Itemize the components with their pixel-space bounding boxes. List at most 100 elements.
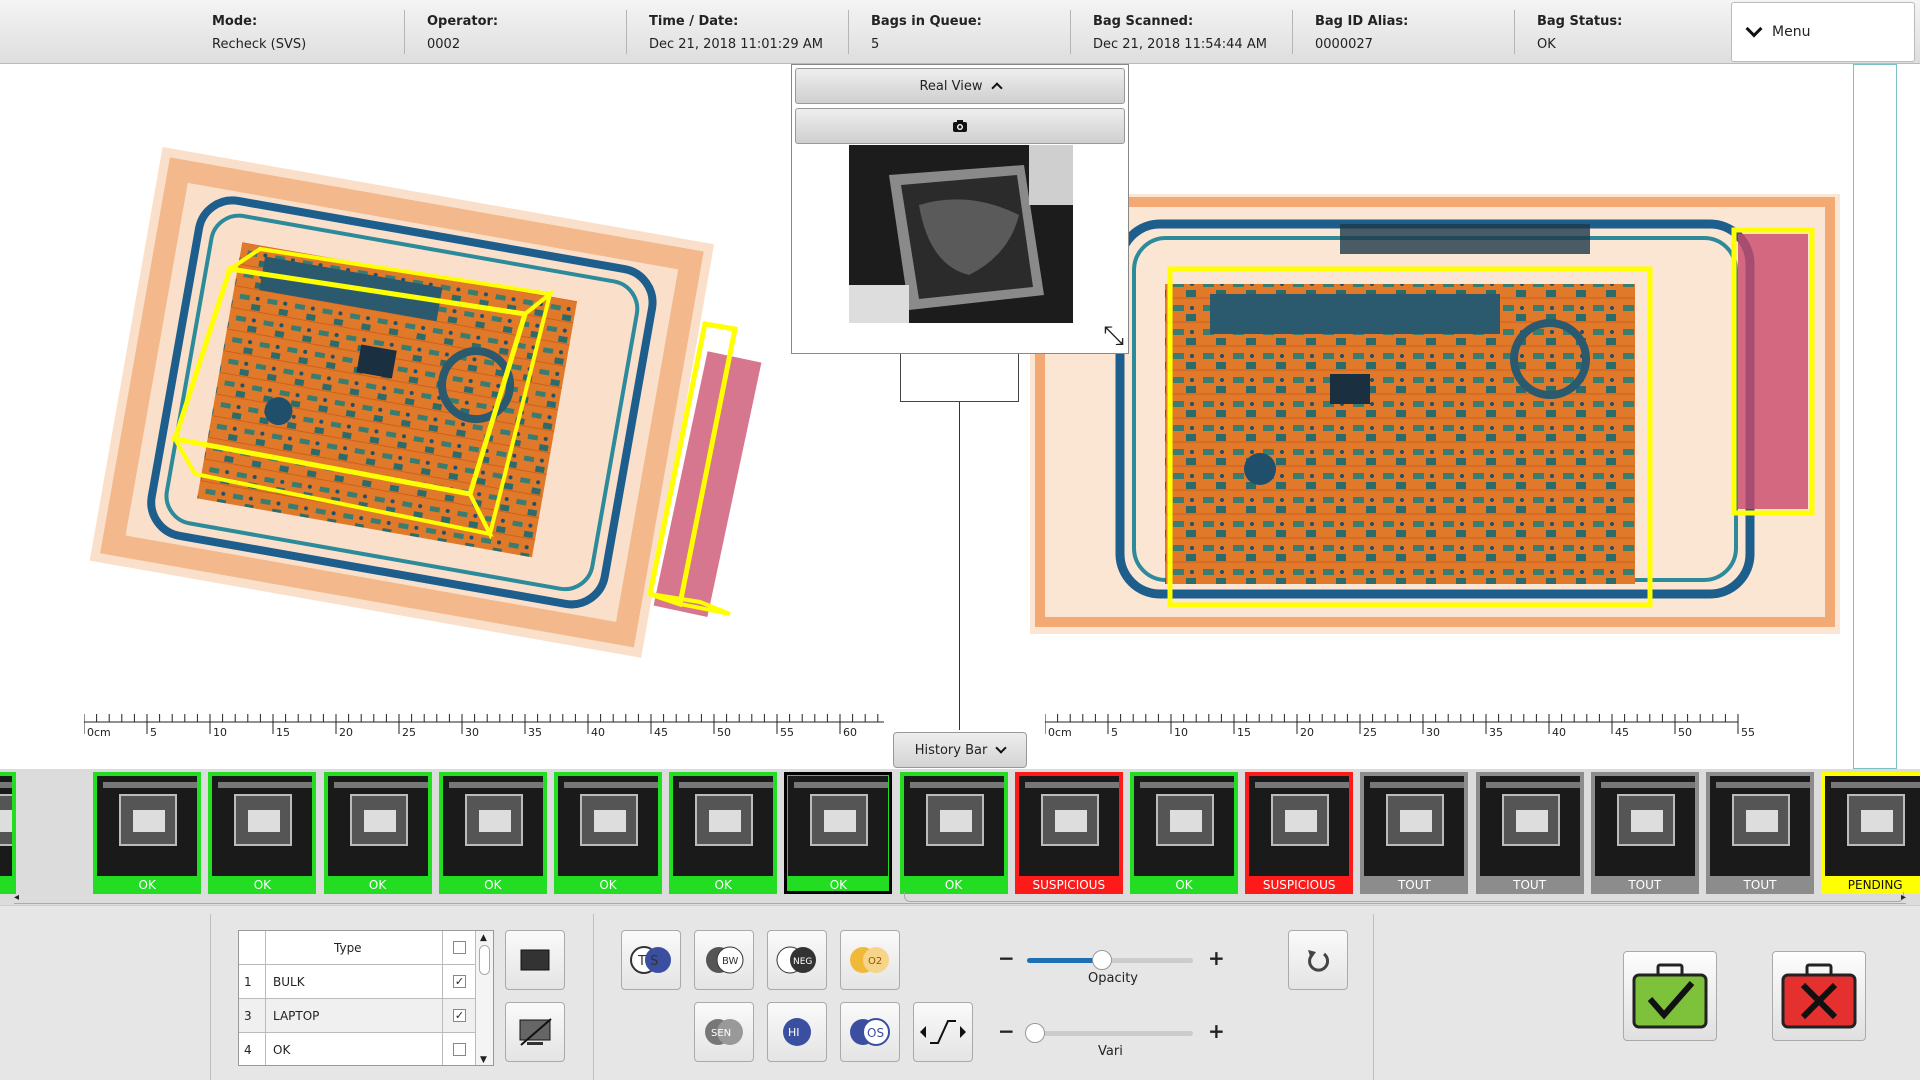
reset-button[interactable] [1288,930,1348,990]
vari-increase-button[interactable]: + [1208,1019,1225,1043]
menu-button[interactable]: Menu [1731,2,1915,62]
type-table-scroll-thumb[interactable] [479,945,490,975]
history-thumbnail[interactable]: TOUT [1360,772,1469,894]
sen-icon: SEN [705,1019,743,1045]
ruler-label: 30 [465,726,479,739]
real-view-photo [849,145,1073,323]
scroll-up-icon[interactable]: ▲ [480,933,487,943]
os-button[interactable]: OS [840,1002,900,1062]
bag-status-field: Bag Status: OK [1514,10,1726,54]
hi-button[interactable]: HI [767,1002,827,1062]
accept-bag-button[interactable] [1623,951,1717,1041]
curve-adjust-button[interactable] [913,1002,973,1062]
sen-button[interactable]: SEN [694,1002,754,1062]
opacity-slider-knob[interactable] [1091,950,1112,970]
history-thumbnail[interactable]: TOUT [1590,772,1699,894]
type-row-number: 4 [239,1033,266,1065]
history-thumbnail[interactable]: OK [899,772,1008,894]
bag-thumbnail-image [673,776,774,876]
history-thumbnail[interactable]: OK [323,772,432,894]
mode-field: Mode: Recheck (SVS) [190,0,400,64]
type-row-checkbox[interactable] [453,1043,466,1056]
time-date-value: Dec 21, 2018 11:01:29 AM [649,37,823,52]
select-all-checkbox[interactable] [453,941,466,954]
type-table-scrollbar[interactable]: ▲ ▼ [475,931,493,1065]
ruler-label: 15 [276,726,290,739]
history-status-label: OK [0,876,12,894]
threat-type-table: Type 1 BULK ✓ 3 LAPTOP ✓ 4 OK ▲ ▼ [238,930,494,1066]
reject-bag-button[interactable] [1772,951,1866,1041]
type-row-checkbox[interactable]: ✓ [453,1009,466,1022]
history-thumbnail[interactable]: OK [1130,772,1238,894]
o2-button[interactable]: O2 [840,930,900,990]
history-scrollbar[interactable]: ◂ ▸ [14,892,1906,904]
vari-slider-knob[interactable] [1025,1023,1046,1043]
history-scrollbar-thumb[interactable] [904,892,1904,902]
bag-status-label: Bag Status: [1537,14,1623,29]
history-thumbnail[interactable]: PENDING [1821,772,1920,894]
ruler-label: 50 [717,726,731,739]
ruler-label: 10 [213,726,227,739]
info-bar: Mode: Recheck (SVS) Operator: 0002 Time … [0,0,1920,64]
history-thumbnails: OKOKOKOKOKOKOKOKOKSUSPICIOUSOKSUSPICIOUS… [0,772,1920,894]
history-thumbnail[interactable]: TOUT [1706,772,1814,894]
operator-field: Operator: 0002 [404,10,626,54]
history-thumbnail[interactable]: OK [208,772,317,894]
viewer-side-scrollbar[interactable] [1853,64,1897,769]
bag-thumbnail-image [212,776,313,876]
sen-text: SEN [711,1028,731,1039]
opacity-label: Opacity [1088,971,1139,986]
bag-thumbnail-image [0,776,12,876]
history-thumbnail[interactable]: SUSPICIOUS [1245,772,1354,894]
vari-slider[interactable] [1025,1023,1193,1043]
history-status-label: OK [599,878,617,892]
bw-icon: BW [706,946,744,974]
opacity-increase-button[interactable]: + [1208,946,1225,970]
divider [593,914,594,1080]
history-bar-button[interactable]: History Bar [893,732,1027,768]
suitcase-check-icon [1632,963,1708,1029]
history-thumbnail[interactable]: OK [438,772,547,894]
ruler-label: 10 [1174,726,1188,739]
history-thumbnail[interactable]: OK [554,772,662,894]
history-thumbnail[interactable]: OK [669,772,778,894]
xray-image-left[interactable] [80,124,860,684]
history-thumbnail[interactable]: TOUT [1475,772,1584,894]
real-view-panel: Real View ⤡ [791,64,1129,354]
history-thumbnail[interactable]: OK [784,772,893,894]
bag-status-value: OK [1537,37,1556,52]
type-table-row[interactable]: 4 OK [239,1033,475,1065]
type-row-checkbox[interactable]: ✓ [453,975,466,988]
type-table-row[interactable]: 3 LAPTOP ✓ [239,999,475,1033]
vari-decrease-button[interactable]: − [998,1019,1015,1043]
ruler-left: 0cm5101520253035404550556065 [84,714,884,739]
divider-box [900,352,1019,402]
bag-thumbnail-image [97,776,198,876]
scroll-down-icon[interactable]: ▼ [480,1055,487,1065]
hide-display-button[interactable] [505,1002,565,1062]
type-table-row[interactable]: 1 BULK ✓ [239,965,475,999]
type-column-header: Type [334,941,362,955]
history-thumbnail[interactable]: SUSPICIOUS [1014,772,1123,894]
scroll-right-icon[interactable]: ▸ [1901,892,1906,903]
expand-icon[interactable]: ⤡ [1103,323,1124,349]
ruler-label: 35 [1489,726,1503,739]
ruler-label: 25 [402,726,416,739]
xray-image-right[interactable] [1020,134,1850,694]
neg-button[interactable]: NEG [767,930,827,990]
camera-button[interactable] [795,108,1125,144]
history-thumbnail[interactable]: OK [0,772,16,894]
hi-text: HI [788,1026,800,1039]
display-mode-button[interactable] [505,930,565,990]
bw-button[interactable]: BW [694,930,754,990]
bag-scanned-value: Dec 21, 2018 11:54:44 AM [1093,37,1267,52]
opacity-decrease-button[interactable]: − [998,946,1015,970]
opacity-slider[interactable] [1027,950,1193,970]
screening-app: Mode: Recheck (SVS) Operator: 0002 Time … [0,0,1920,1080]
real-view-button[interactable]: Real View [795,68,1125,104]
ts-button[interactable]: T S [621,930,681,990]
mode-label: Mode: [212,14,258,29]
scroll-left-icon[interactable]: ◂ [14,892,19,903]
suitcase-x-icon [1781,963,1857,1029]
history-thumbnail[interactable]: OK [93,772,202,894]
